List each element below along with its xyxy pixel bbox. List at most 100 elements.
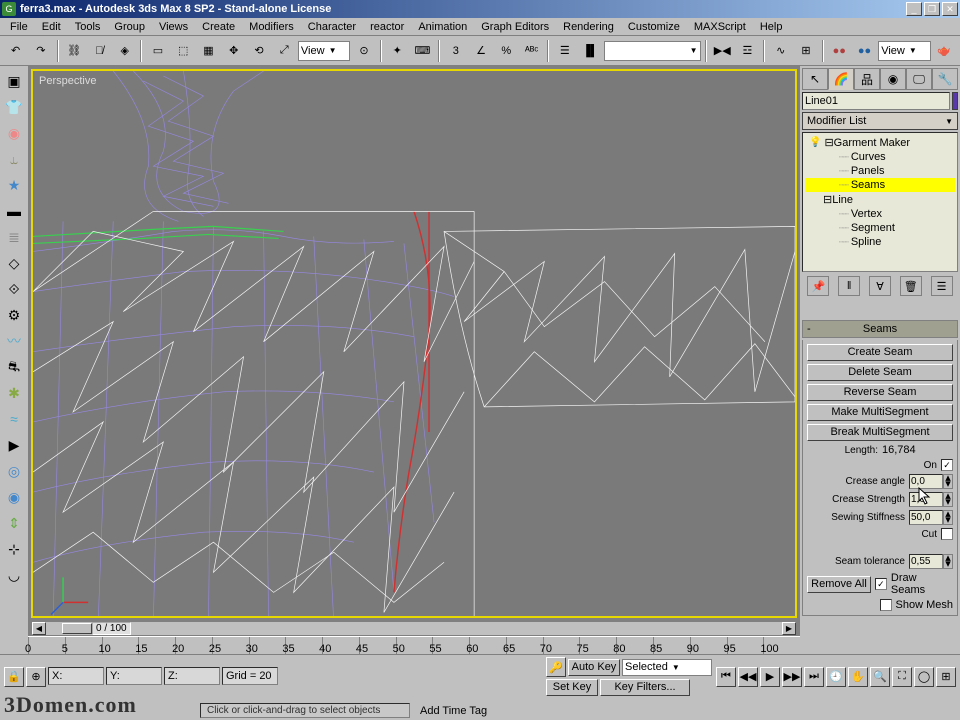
time-tick[interactable]: 50 <box>396 637 433 654</box>
stack-vertex[interactable]: Vertex <box>851 208 882 220</box>
menu-maxscript[interactable]: MAXScript <box>688 20 752 34</box>
create-seam-button[interactable]: Create Seam <box>807 344 953 361</box>
crease-angle-field[interactable] <box>909 474 943 489</box>
key-filter-dropdown[interactable]: Selected▼ <box>622 659 712 676</box>
lock-selection-icon[interactable]: 🔒 <box>4 667 24 687</box>
command-panel-tabs[interactable]: ↖ 🌈 品 ◉ 🖵 🔧 <box>802 68 958 90</box>
x-coord[interactable]: X: <box>48 667 104 685</box>
zoom-icon[interactable]: 🔍 <box>870 667 890 687</box>
move-icon[interactable]: ✥ <box>222 39 245 63</box>
select-filter-icon[interactable]: ▦ <box>197 39 220 63</box>
plane-icon[interactable]: ◇ <box>3 252 25 274</box>
remove-modifier-icon[interactable]: 🗑 <box>900 276 922 296</box>
tab-create-icon[interactable]: ↖ <box>802 68 828 90</box>
material-editor-icon[interactable]: ●● <box>828 39 851 63</box>
align-icon[interactable]: ▶◀ <box>711 39 734 63</box>
mirror-icon[interactable]: ▐▌ <box>578 39 601 63</box>
absolute-transform-icon[interactable]: ⊕ <box>26 667 46 687</box>
tab-utilities-icon[interactable]: 🔧 <box>932 68 958 90</box>
named-selection-dropdown[interactable]: ▼ <box>604 41 701 61</box>
configure-sets-icon[interactable]: ☰ <box>931 276 953 296</box>
menu-bar[interactable]: File Edit Tools Group Views Create Modif… <box>0 18 960 36</box>
menu-rendering[interactable]: Rendering <box>557 20 620 34</box>
menu-animation[interactable]: Animation <box>412 20 473 34</box>
on-checkbox[interactable]: ✓ <box>941 459 953 471</box>
layers-icon[interactable]: ☲ <box>736 39 759 63</box>
menu-grapheditors[interactable]: Graph Editors <box>475 20 555 34</box>
bind-spacewarp-icon[interactable]: ◈ <box>113 39 136 63</box>
menu-create[interactable]: Create <box>196 20 241 34</box>
analyze-icon[interactable]: ◎ <box>3 460 25 482</box>
select-icon[interactable]: ▭ <box>146 39 169 63</box>
time-tick[interactable]: 65 <box>506 637 543 654</box>
stack-panels[interactable]: Panels <box>851 165 885 177</box>
seam-tolerance-spinner[interactable]: ▴▾ <box>943 554 953 569</box>
tab-modify-icon[interactable]: 🌈 <box>828 68 854 90</box>
break-multisegment-button[interactable]: Break MultiSegment <box>807 424 953 441</box>
setkey-button[interactable]: Set Key <box>546 679 598 696</box>
show-mesh-checkbox[interactable] <box>880 599 892 611</box>
time-tick[interactable]: 40 <box>322 637 359 654</box>
minimize-button[interactable]: _ <box>906 2 922 16</box>
menu-modifiers[interactable]: Modifiers <box>243 20 300 34</box>
time-tick[interactable]: 90 <box>690 637 727 654</box>
sewing-stiffness-field[interactable] <box>909 510 943 525</box>
restore-button[interactable]: ❐ <box>924 2 940 16</box>
time-tick[interactable]: 20 <box>175 637 212 654</box>
time-tick[interactable]: 30 <box>249 637 286 654</box>
zoom-extents-icon[interactable]: ⛶ <box>892 667 912 687</box>
time-tick[interactable]: 100 <box>763 637 800 654</box>
time-tick[interactable]: 10 <box>102 637 139 654</box>
unlink-icon[interactable]: ⛓̸ <box>88 39 111 63</box>
time-ruler[interactable]: 0510152025303540455055606570758085909510… <box>28 636 800 654</box>
seam-tolerance-field[interactable] <box>909 554 943 569</box>
stack-spline[interactable]: Spline <box>851 236 882 248</box>
sewing-stiffness-spinner[interactable]: ▴▾ <box>943 510 953 525</box>
key-mode-icon[interactable]: 🔑 <box>546 657 566 677</box>
next-frame-icon[interactable]: ▶▶ <box>782 667 802 687</box>
scroll-right-icon[interactable]: ▶ <box>782 622 796 635</box>
rollout-seams-header[interactable]: -Seams <box>802 320 958 338</box>
goto-start-icon[interactable]: ⏮ <box>716 667 736 687</box>
preview-icon[interactable]: ▶ <box>3 434 25 456</box>
rope-icon[interactable]: ⥿ <box>3 148 25 170</box>
rotate-icon[interactable]: ⟲ <box>247 39 270 63</box>
stack-line[interactable]: Line <box>832 194 853 206</box>
play-icon[interactable]: ▶ <box>760 667 780 687</box>
tab-hierarchy-icon[interactable]: 品 <box>854 68 880 90</box>
remove-all-button[interactable]: Remove All <box>807 576 871 593</box>
modifier-stack[interactable]: 💡⊟ Garment Maker ┈┈Curves ┈┈Panels ┈┈Sea… <box>802 132 958 272</box>
hinge-icon[interactable]: ◡ <box>3 564 25 586</box>
menu-help[interactable]: Help <box>754 20 789 34</box>
menu-group[interactable]: Group <box>108 20 151 34</box>
spinner-snap-icon[interactable]: ᴬᴮᶜ <box>520 39 543 63</box>
cut-checkbox[interactable] <box>941 528 953 540</box>
ref-coord-dropdown[interactable]: View▼ <box>298 41 350 61</box>
scroll-left-icon[interactable]: ◀ <box>32 622 46 635</box>
time-tick[interactable]: 5 <box>65 637 102 654</box>
stack-garment-maker[interactable]: Garment Maker <box>834 137 910 149</box>
delete-seam-button[interactable]: Delete Seam <box>807 364 953 381</box>
time-tick[interactable]: 0 <box>28 637 65 654</box>
snap-toggle-icon[interactable]: 3 <box>444 39 467 63</box>
pan-view-icon[interactable]: ✋ <box>848 667 868 687</box>
rigid-body-icon[interactable]: ▣ <box>3 70 25 92</box>
menu-edit[interactable]: Edit <box>36 20 67 34</box>
toy-car-icon[interactable]: ⛐ <box>3 356 25 378</box>
stack-curves[interactable]: Curves <box>851 151 886 163</box>
time-tick[interactable]: 80 <box>616 637 653 654</box>
undo-icon[interactable]: ↶ <box>4 39 27 63</box>
keyfilters-button[interactable]: Key Filters... <box>600 679 690 696</box>
select-region-icon[interactable]: ⬚ <box>172 39 195 63</box>
prev-frame-icon[interactable]: ◀◀ <box>738 667 758 687</box>
time-tick[interactable]: 60 <box>469 637 506 654</box>
crease-strength-field[interactable] <box>909 492 943 507</box>
menu-reactor[interactable]: reactor <box>364 20 410 34</box>
object-name-field[interactable] <box>802 92 950 110</box>
goto-end-icon[interactable]: ⏭ <box>804 667 824 687</box>
quick-render-icon[interactable]: 🫖 <box>933 39 956 63</box>
time-tick[interactable]: 85 <box>653 637 690 654</box>
render-scene-icon[interactable]: ●● <box>853 39 876 63</box>
autokey-button[interactable]: Auto Key <box>568 659 620 676</box>
modifier-list-dropdown[interactable]: Modifier List▼ <box>802 112 958 130</box>
